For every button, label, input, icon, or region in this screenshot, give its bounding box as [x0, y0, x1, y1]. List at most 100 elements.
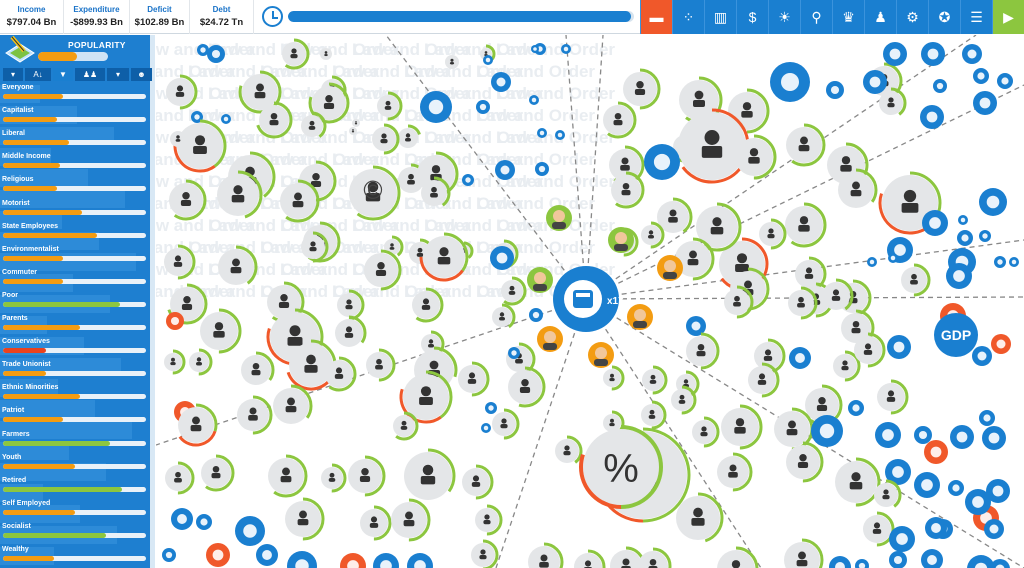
voter-group-row[interactable]: Environmentalist	[0, 245, 155, 268]
policy-node[interactable]	[782, 441, 824, 483]
voter-group-row[interactable]: Poor	[0, 291, 155, 314]
policy-node[interactable]	[504, 366, 546, 408]
policy-node[interactable]	[161, 461, 195, 495]
situation-node[interactable]	[485, 402, 497, 414]
policy-node[interactable]	[344, 455, 386, 497]
policy-node[interactable]	[859, 511, 895, 547]
situation-node[interactable]	[933, 79, 947, 93]
situation-node[interactable]	[561, 44, 571, 54]
policy-node[interactable]	[206, 543, 230, 567]
situation-node[interactable]	[256, 544, 278, 566]
situation-node[interactable]	[407, 553, 433, 568]
situation-node[interactable]	[925, 517, 947, 539]
situation-node[interactable]	[162, 548, 176, 562]
policy-node[interactable]	[185, 348, 213, 376]
situation-node[interactable]	[958, 215, 968, 225]
situation-node[interactable]	[491, 72, 511, 92]
policy-node[interactable]	[317, 463, 347, 493]
voter-group-row[interactable]: Self Employed	[0, 499, 155, 522]
situation-node[interactable]	[972, 346, 992, 366]
policy-node[interactable]	[637, 400, 667, 430]
minister-portrait[interactable]	[537, 326, 563, 352]
voter-group-row[interactable]: Commuter	[0, 268, 155, 291]
policy-node[interactable]	[688, 416, 720, 448]
policy-node[interactable]	[281, 497, 325, 541]
policy-node[interactable]	[269, 384, 313, 428]
situation-node[interactable]	[826, 81, 844, 99]
policy-node[interactable]	[780, 538, 824, 568]
minister-portrait[interactable]	[527, 267, 553, 293]
situation-node[interactable]	[875, 422, 901, 448]
voter-group-row[interactable]: Capitalist	[0, 106, 155, 129]
income-stat[interactable]: Income $797.04 Bn	[0, 0, 64, 34]
situation-node[interactable]	[914, 426, 932, 444]
policy-node[interactable]	[362, 348, 396, 382]
policy-node[interactable]	[471, 504, 503, 536]
play-icon[interactable]: ▶	[992, 0, 1024, 34]
policy-node[interactable]	[387, 498, 431, 542]
situation-node[interactable]	[887, 335, 911, 359]
situation-node[interactable]	[535, 162, 549, 176]
policy-node[interactable]	[488, 408, 520, 440]
policy-node[interactable]	[389, 411, 419, 441]
voter-group-row[interactable]: Religious	[0, 175, 155, 198]
situation-node[interactable]	[848, 400, 864, 416]
situation-node[interactable]	[984, 519, 1004, 539]
voter-group-row[interactable]: Conservatives	[0, 337, 155, 360]
situation-node[interactable]	[221, 114, 231, 124]
situation-node[interactable]	[973, 91, 997, 115]
lightbulb-icon[interactable]: ☀	[768, 0, 800, 34]
situation-node[interactable]	[867, 257, 877, 267]
situation-node[interactable]	[789, 347, 811, 369]
minister-portrait[interactable]	[546, 205, 572, 231]
voter-group-row[interactable]: Youth	[0, 453, 155, 476]
voter-group-row[interactable]: Parents	[0, 314, 155, 337]
situation-node[interactable]	[235, 516, 265, 546]
policy-node[interactable]	[264, 454, 308, 498]
expenditure-stat[interactable]: Expenditure -$899.93 Bn	[64, 0, 130, 34]
policy-node[interactable]	[667, 385, 697, 415]
voter-group-row[interactable]: Liberal	[0, 129, 155, 152]
situation-node[interactable]	[287, 551, 317, 568]
situation-node[interactable]	[990, 559, 1010, 568]
clipboard-icon[interactable]: ☰	[960, 0, 992, 34]
sort-dropdown-icon[interactable]: ▾	[3, 68, 23, 81]
policy-node[interactable]	[781, 202, 827, 248]
situation-node[interactable]	[994, 256, 1006, 268]
voter-group-row[interactable]: State Employees	[0, 222, 155, 245]
voter-group-row[interactable]: Retired	[0, 476, 155, 499]
dollar-icon[interactable]: $	[736, 0, 768, 34]
policy-node[interactable]	[197, 454, 235, 492]
situation-node[interactable]	[979, 230, 991, 242]
gun-icon[interactable]: ▬	[640, 0, 672, 34]
policy-node[interactable]	[320, 48, 332, 60]
policy-node[interactable]	[196, 308, 242, 354]
policy-node[interactable]	[784, 286, 818, 320]
minister-portrait[interactable]	[657, 255, 683, 281]
policy-node[interactable]	[634, 547, 672, 568]
sort-mood-button[interactable]: ☻	[131, 68, 152, 81]
situation-node[interactable]	[997, 73, 1013, 89]
situation-node[interactable]	[373, 553, 399, 568]
situation-node[interactable]	[921, 549, 943, 568]
situation-node[interactable]	[490, 246, 514, 270]
voter-group-row[interactable]: Middle Income	[0, 152, 155, 175]
sort-down-icon[interactable]: ▾	[107, 68, 129, 81]
situation-node[interactable]	[531, 45, 539, 53]
situation-node[interactable]	[888, 253, 898, 263]
situation-node[interactable]	[962, 44, 982, 64]
voter-group-row[interactable]: Ethnic Minorities	[0, 383, 155, 406]
situation-node[interactable]	[508, 347, 520, 359]
policy-node[interactable]	[551, 435, 583, 467]
policy-node[interactable]	[829, 350, 861, 382]
situation-node[interactable]	[476, 100, 490, 114]
situation-node[interactable]	[529, 95, 539, 105]
situation-node[interactable]	[920, 105, 944, 129]
situation-node[interactable]	[889, 526, 915, 552]
voter-group-row[interactable]: Wealthy	[0, 545, 155, 568]
policy-node[interactable]	[524, 542, 564, 568]
policy-node[interactable]	[467, 539, 499, 568]
policy-node[interactable]	[160, 349, 186, 375]
situation-node[interactable]	[555, 130, 565, 140]
policy-node[interactable]	[237, 351, 275, 389]
